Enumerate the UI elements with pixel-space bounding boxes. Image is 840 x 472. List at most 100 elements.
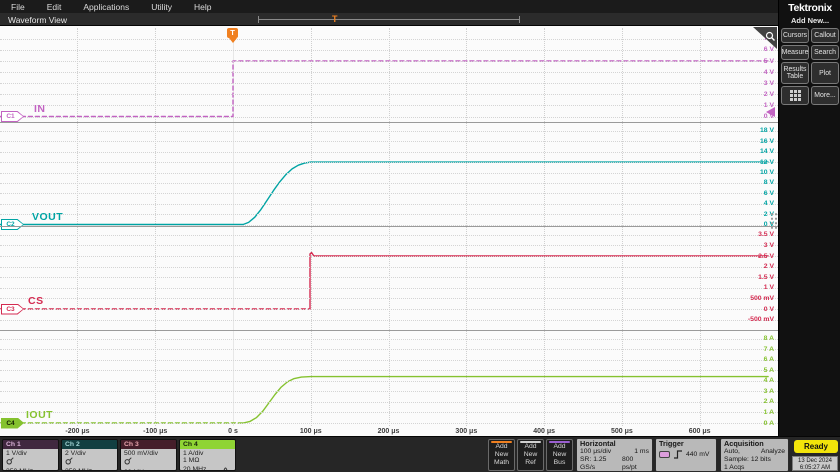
probe-icon bbox=[124, 457, 132, 465]
sidebar-button-search[interactable]: Search bbox=[811, 45, 839, 60]
trace-iout bbox=[242, 375, 769, 424]
level-gridline bbox=[0, 61, 778, 62]
channel-bandwidth: 350 MHz bbox=[65, 468, 115, 470]
level-gridline bbox=[0, 370, 778, 372]
sidebar-button-callout[interactable]: Callout bbox=[811, 28, 839, 43]
sidebar-button-cursors[interactable]: Cursors bbox=[781, 28, 809, 43]
sidebar-button-grid-keypad-icon[interactable] bbox=[781, 86, 809, 105]
channel-badge-header: Ch 3 bbox=[121, 440, 176, 449]
channel-settings-badge-ch2[interactable]: Ch 22 V/div 350 MHz bbox=[61, 439, 118, 471]
channel-settings-badge-ch1[interactable]: Ch 11 V/div 350 MHz bbox=[2, 439, 59, 471]
bw-limit-wrap bbox=[223, 465, 232, 470]
level-gridline bbox=[0, 245, 778, 247]
bottom-bar: Ch 11 V/div 350 MHz Ch 22 V/div 350 MHz Ch 3… bbox=[0, 436, 840, 472]
minimap-trigger-icon[interactable]: T bbox=[332, 13, 338, 25]
level-gridline bbox=[0, 49, 778, 51]
channel-badge-label: C1 bbox=[6, 113, 15, 120]
level-gridline bbox=[0, 277, 778, 279]
level-gridline bbox=[0, 203, 778, 205]
add-new-heading: Add New... bbox=[790, 16, 830, 25]
menu-help[interactable]: Help bbox=[183, 2, 222, 12]
add-new-label-line: Ref bbox=[525, 459, 536, 466]
scale-label-c2: 14 V bbox=[760, 148, 774, 156]
trigger-badge[interactable]: Trigger 440 mV bbox=[655, 438, 717, 472]
level-gridline bbox=[0, 94, 778, 96]
channel-badge-body: 2 V/div 350 MHz bbox=[62, 449, 117, 470]
trigger-source-chip bbox=[659, 451, 670, 458]
level-gridline bbox=[0, 141, 778, 143]
scale-label-c3: 1.5 V bbox=[758, 273, 774, 281]
add-new-color-stripe bbox=[520, 441, 541, 443]
sidebar-button-measure[interactable]: Measure bbox=[781, 45, 809, 60]
scale-label-c3: 3 V bbox=[763, 241, 774, 249]
level-gridline bbox=[0, 380, 778, 382]
channel-settings-badge-ch3[interactable]: Ch 3500 mV/div 20 MHz bbox=[120, 439, 177, 471]
add-new-ref-button[interactable]: Add New Ref bbox=[517, 439, 544, 471]
sidebar-button-plot[interactable]: Plot bbox=[811, 62, 839, 84]
add-new-math-button[interactable]: Add New Math bbox=[488, 439, 515, 471]
channel-termination bbox=[124, 457, 174, 467]
scale-label-c4: 4 A bbox=[763, 377, 774, 385]
menu-bar-items: File Edit Applications Utility Help bbox=[0, 2, 222, 12]
scale-label-c1: 2 V bbox=[763, 90, 774, 98]
slice-separator bbox=[0, 122, 778, 123]
trace-in bbox=[0, 60, 769, 118]
trigger-marker-arrow-icon bbox=[229, 38, 237, 43]
sidebar-button-results-table[interactable]: Results Table bbox=[781, 62, 809, 84]
menu-file[interactable]: File bbox=[0, 2, 36, 12]
channel-scale: 1 V/div bbox=[6, 450, 27, 457]
waveform-display[interactable]: -200 μs -100 μs 0 s 100 μs 200 μs 300 μs 400 μ… bbox=[0, 26, 778, 436]
acquisition-badge[interactable]: Acquisition Auto, Analyze Sample: 12 bit… bbox=[720, 438, 789, 472]
add-new-label-line: Add bbox=[495, 443, 508, 450]
level-gridline bbox=[0, 72, 778, 74]
tab-waveform-view[interactable]: Waveform View bbox=[8, 15, 67, 25]
menu-utility[interactable]: Utility bbox=[140, 2, 183, 12]
trigger-marker-icon[interactable]: T bbox=[227, 28, 238, 38]
rising-edge-icon bbox=[674, 450, 682, 459]
add-new-label-line: Bus bbox=[553, 459, 566, 466]
add-new-bus-button[interactable]: Add New Bus bbox=[546, 439, 573, 471]
channel-scale: 2 V/div bbox=[65, 450, 86, 457]
level-gridline bbox=[0, 349, 778, 351]
slice-separator bbox=[0, 330, 778, 331]
scroll-grip-handle[interactable] bbox=[770, 212, 778, 230]
datetime-display: 13 Dec 2024 6:05:27 AM bbox=[792, 456, 838, 471]
menu-edit[interactable]: Edit bbox=[36, 2, 73, 12]
level-gridline bbox=[0, 412, 778, 414]
level-gridline bbox=[0, 423, 778, 424]
scale-label-c3: 0 V bbox=[763, 305, 774, 313]
bw-limit-icon bbox=[164, 468, 173, 471]
channel-scale: 1 A/div bbox=[183, 450, 204, 457]
channel-badge-header: Ch 1 bbox=[3, 440, 58, 449]
channel-badge-body: 1 V/div 350 MHz bbox=[3, 449, 58, 470]
level-gridline bbox=[0, 182, 778, 184]
channel-bandwidth: 20 MHz bbox=[124, 468, 174, 471]
scale-label-c2: 12 V bbox=[760, 158, 774, 166]
scale-label-c2: 6 V bbox=[763, 189, 774, 197]
trace-label-iout: IOUT bbox=[26, 409, 54, 421]
sidebar-button-more-[interactable]: More... bbox=[811, 86, 839, 105]
scale-label-c4: 0 A bbox=[763, 419, 774, 427]
tektronix-logo: Tektronix bbox=[788, 2, 832, 14]
trigger-level-arrow[interactable] bbox=[766, 106, 775, 117]
horizontal-badge[interactable]: Horizontal 100 μs/div 1 ms SR: 1.25 GS/s… bbox=[576, 438, 653, 472]
level-gridline bbox=[0, 105, 778, 107]
add-new-label-line: New bbox=[552, 451, 567, 458]
scale-label-c4: 3 A bbox=[763, 387, 774, 395]
level-gridline bbox=[0, 162, 778, 164]
level-gridline bbox=[0, 319, 778, 321]
acquisition-analyze: Analyze bbox=[760, 448, 785, 455]
scale-label-c1: 3 V bbox=[763, 79, 774, 87]
add-new-label-line: New bbox=[494, 451, 509, 458]
channel-badge-header: Ch 4 bbox=[180, 440, 235, 449]
menu-applications[interactable]: Applications bbox=[72, 2, 140, 12]
level-gridline bbox=[0, 38, 778, 40]
add-new-label-line: Math bbox=[493, 459, 510, 466]
scale-label-c2: 4 V bbox=[763, 200, 774, 208]
channel-settings-badge-ch4[interactable]: Ch 41 A/div 1 MΩ 20 MHz bbox=[179, 439, 236, 471]
horizontal-position-minimap[interactable]: T bbox=[258, 13, 520, 26]
grid-keypad-icon bbox=[789, 90, 801, 101]
scale-label-c2: 10 V bbox=[760, 169, 774, 176]
scale-label-c4: 6 A bbox=[763, 356, 774, 364]
minimap-left-tick bbox=[258, 16, 259, 23]
